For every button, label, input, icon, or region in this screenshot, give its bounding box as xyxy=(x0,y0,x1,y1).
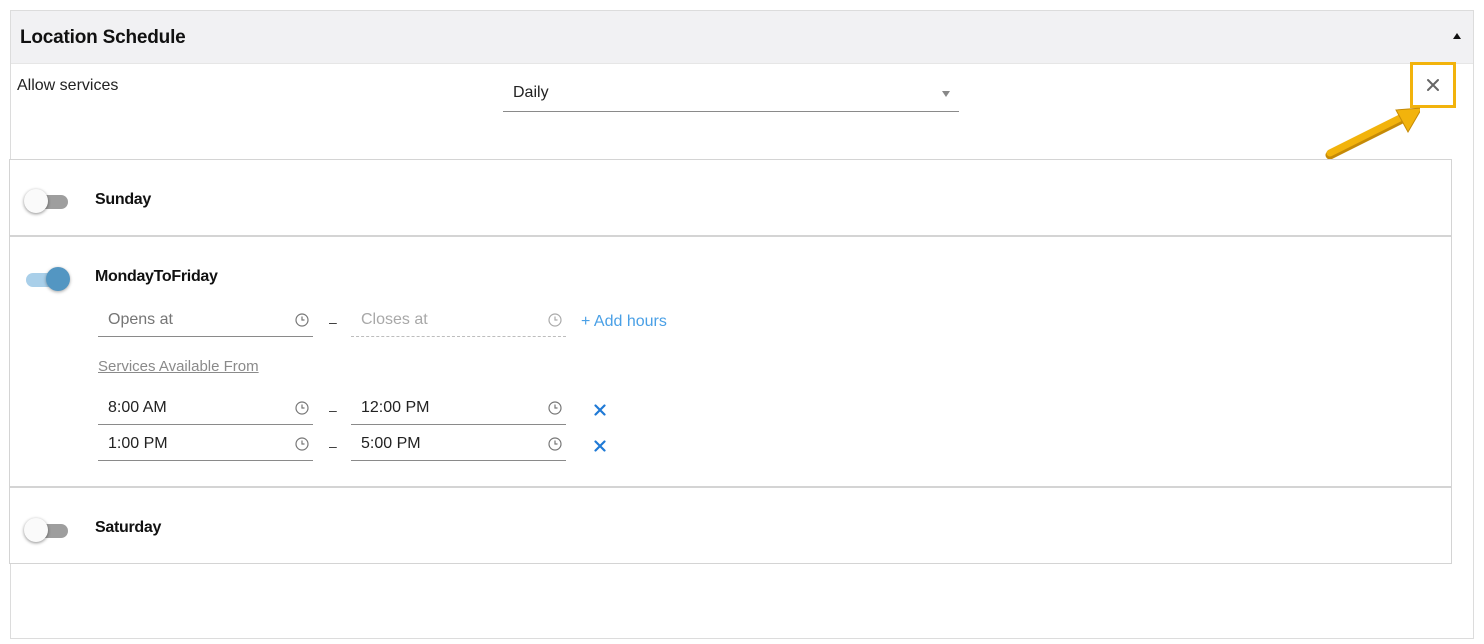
day-card-monday-to-friday: MondayToFriday Opens at – Closes at + Ad… xyxy=(9,236,1452,487)
time-separator: – xyxy=(329,314,337,330)
range-start-field[interactable]: 1:00 PM xyxy=(98,429,313,461)
collapse-button[interactable] xyxy=(1449,28,1465,44)
day-name-saturday: Saturday xyxy=(95,519,162,536)
sunday-toggle[interactable] xyxy=(24,189,72,213)
day-name-monday-to-friday: MondayToFriday xyxy=(95,268,218,285)
remove-range-icon[interactable] xyxy=(594,440,606,452)
close-icon xyxy=(1427,79,1439,91)
clock-icon xyxy=(548,313,562,327)
opens-at-placeholder: Opens at xyxy=(108,311,173,328)
saturday-toggle[interactable] xyxy=(24,518,72,542)
chevron-down-icon xyxy=(942,91,950,97)
close-button[interactable] xyxy=(1410,62,1456,108)
clock-icon xyxy=(548,401,562,415)
time-separator: – xyxy=(329,402,337,418)
clock-icon xyxy=(295,401,309,415)
panel-title: Location Schedule xyxy=(20,27,186,48)
range-end-value: 12:00 PM xyxy=(361,399,430,416)
services-available-from-link[interactable]: Services Available From xyxy=(98,358,259,375)
monday-to-friday-toggle[interactable] xyxy=(24,267,72,291)
add-hours-link[interactable]: + Add hours xyxy=(581,313,667,331)
allow-services-select[interactable]: Daily xyxy=(503,80,959,112)
remove-range-icon[interactable] xyxy=(594,404,606,416)
range-end-field[interactable]: 12:00 PM xyxy=(351,393,566,425)
range-start-value: 1:00 PM xyxy=(108,435,168,452)
time-separator: – xyxy=(329,438,337,454)
range-start-value: 8:00 AM xyxy=(108,399,167,416)
range-start-field[interactable]: 8:00 AM xyxy=(98,393,313,425)
range-end-field[interactable]: 5:00 PM xyxy=(351,429,566,461)
closes-at-placeholder: Closes at xyxy=(361,311,428,328)
day-card-sunday: Sunday xyxy=(9,159,1452,236)
allow-services-selected: Daily xyxy=(513,84,549,101)
range-end-value: 5:00 PM xyxy=(361,435,421,452)
clock-icon xyxy=(295,437,309,451)
day-card-saturday: Saturday xyxy=(9,487,1452,564)
panel-header[interactable]: Location Schedule xyxy=(11,11,1473,64)
opens-at-field[interactable]: Opens at xyxy=(98,305,313,337)
clock-icon xyxy=(295,313,309,327)
day-name-sunday: Sunday xyxy=(95,191,151,208)
clock-icon xyxy=(548,437,562,451)
caret-up-icon xyxy=(1453,33,1461,39)
closes-at-field[interactable]: Closes at xyxy=(351,305,566,337)
allow-services-label: Allow services xyxy=(17,77,119,94)
